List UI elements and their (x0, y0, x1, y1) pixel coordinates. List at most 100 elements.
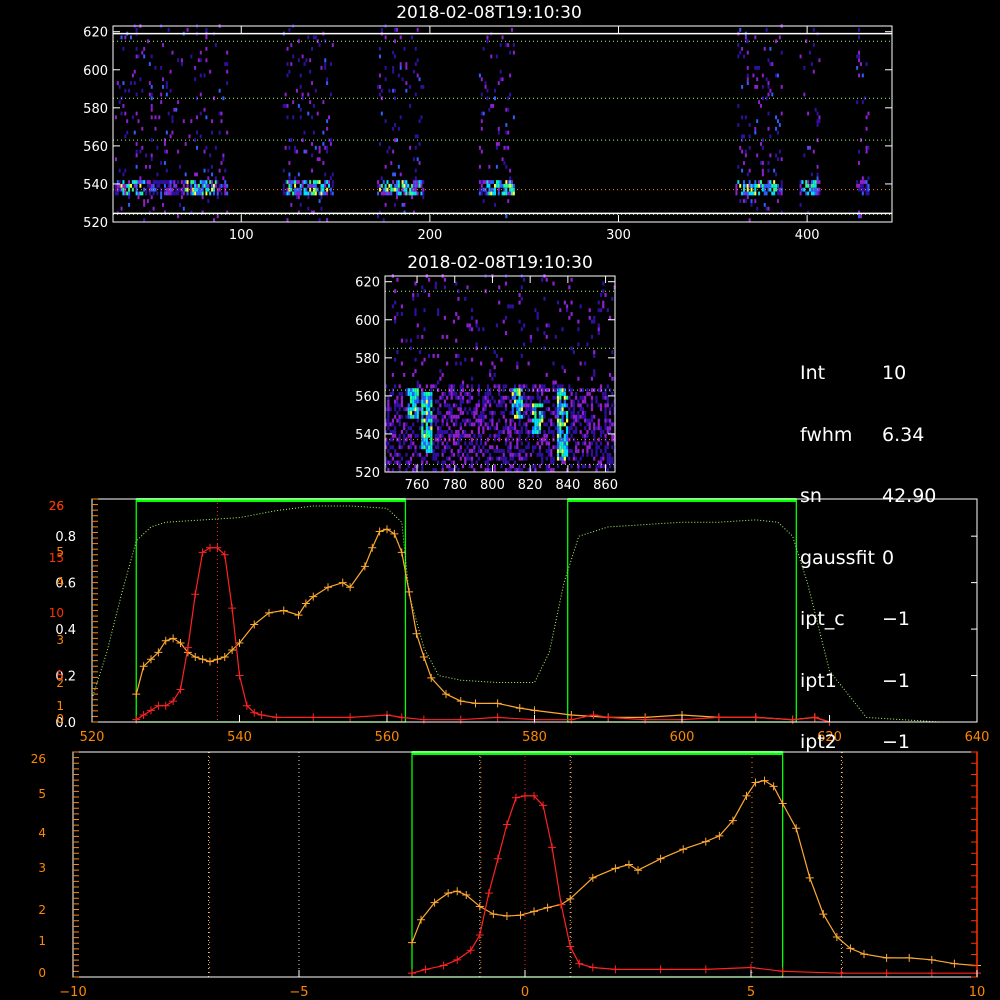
heat-cell (534, 430, 537, 434)
heat-cell (135, 183, 138, 188)
heat-cell (150, 54, 153, 59)
heat-cell (527, 403, 530, 408)
heat-cell (324, 172, 327, 177)
heat-cell (150, 84, 153, 89)
heat-cell (209, 69, 212, 74)
heat-cell (491, 395, 494, 400)
heat-cell (455, 361, 458, 366)
heat-cell (457, 407, 460, 412)
orange-profile-point (132, 690, 141, 699)
heat-cell (579, 456, 582, 461)
heat-cell (425, 384, 428, 389)
heat-cell (807, 145, 810, 150)
heat-cell (331, 180, 334, 184)
heat-cell (489, 433, 492, 438)
heat-cell (331, 191, 334, 196)
heat-cell (759, 161, 762, 165)
heat-cell (282, 104, 285, 108)
heat-cell (205, 191, 208, 196)
heat-cell (518, 449, 521, 453)
heat-cell (423, 327, 426, 332)
heat-cell (486, 39, 489, 44)
heat-cell (182, 187, 185, 192)
heat-cell (737, 164, 740, 169)
heat-cell (205, 58, 208, 63)
heat-cell (816, 111, 819, 116)
heat-cell (387, 407, 390, 412)
heat-cell (577, 441, 580, 446)
heat-cell (412, 69, 415, 74)
heat-cell (329, 187, 332, 192)
heat-cell (552, 445, 555, 450)
heat-cell (143, 180, 146, 184)
red-profile-point (206, 543, 214, 552)
heat-cell (814, 107, 817, 112)
heat-cell (518, 293, 521, 297)
heat-cell (184, 142, 187, 146)
heat-cell (182, 119, 185, 124)
heat-cell (559, 441, 562, 446)
heat-cell (532, 384, 535, 389)
heat-cell (554, 334, 557, 339)
heat-cell (606, 456, 609, 461)
heat-cell (128, 183, 131, 188)
heat-cell (529, 430, 532, 434)
heat-cell (430, 395, 433, 400)
heat-cell (318, 43, 321, 47)
heat-cell (434, 414, 437, 419)
heat-cell (604, 293, 607, 297)
heat-cell (504, 418, 508, 423)
heat-cell (295, 191, 298, 196)
red-profile-point (235, 671, 244, 680)
heat-cell (212, 183, 215, 188)
heat-cell (520, 384, 523, 389)
heat-cell (455, 422, 458, 427)
heat-cell (756, 183, 759, 188)
heat-cell (586, 391, 589, 396)
heat-cell (489, 456, 492, 461)
red-profile-point (191, 590, 200, 599)
heat-cell (122, 191, 125, 196)
heat-cell (500, 395, 503, 400)
heat-cell (559, 391, 562, 396)
heat-cell (295, 195, 298, 200)
heat-cell (769, 153, 772, 158)
heat-cell (608, 372, 612, 377)
heat-cell (405, 452, 408, 457)
heat-cell (812, 69, 815, 74)
heat-cell (309, 183, 312, 188)
heat-cell (218, 168, 221, 173)
heat-cell (220, 119, 223, 124)
heat-cell (590, 414, 594, 419)
heat-cell (416, 395, 419, 400)
heat-cell (284, 180, 287, 184)
heat-cell (480, 92, 483, 97)
heat-cell (604, 391, 607, 396)
heat-cell (597, 308, 600, 313)
heat-cell (536, 315, 539, 320)
heat-cell (494, 187, 497, 192)
heat-cell (311, 115, 314, 120)
heat-cell (165, 180, 168, 184)
heat-cell (309, 69, 312, 74)
heat-cell (416, 391, 419, 396)
heat-cell (450, 468, 453, 472)
heat-cell (586, 433, 589, 438)
heat-cell (380, 183, 383, 188)
heat-cell (150, 138, 153, 143)
heat-cell (452, 452, 456, 457)
heat-cell (382, 187, 385, 192)
zoom-x-tick-label: 860 (593, 478, 618, 493)
top-y-tick-label: 540 (83, 178, 108, 193)
heat-cell (865, 149, 868, 154)
heat-cell (470, 327, 474, 332)
heat-cell (141, 126, 144, 131)
heat-cell (561, 403, 564, 408)
heat-cell (482, 418, 485, 423)
heat-cell (423, 403, 426, 408)
heat-cell (386, 180, 389, 184)
heat-cell (606, 460, 609, 465)
heat-cell (480, 149, 483, 154)
heat-cell (175, 183, 178, 188)
heat-cell (312, 35, 315, 40)
